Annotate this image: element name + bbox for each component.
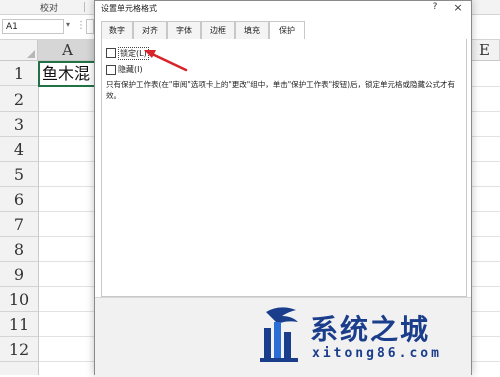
- formula-input[interactable]: [86, 19, 94, 34]
- row-header[interactable]: 12: [0, 337, 38, 362]
- ribbon-group-label: 校对: [40, 4, 59, 14]
- row-header[interactable]: 5: [0, 162, 38, 187]
- tab-border[interactable]: 边框: [201, 21, 235, 39]
- row-header[interactable]: 7: [0, 212, 38, 237]
- row-header[interactable]: 2: [0, 87, 38, 112]
- hidden-checkbox[interactable]: [106, 65, 116, 75]
- row-header[interactable]: 10: [0, 287, 38, 312]
- row-header[interactable]: 8: [0, 237, 38, 262]
- row-header-column: 1 2 3 4 5 6 7 8 9 10 11 12: [0, 61, 39, 375]
- protection-panel: 锁定(L) 隐藏(I) 只有保护工作表(在"审阅"选项卡上的"更改"组中，单击"…: [101, 39, 467, 297]
- site-watermark: 系统之城 xitong86.com: [258, 298, 500, 375]
- tab-strip: 数字 对齐 字体 边框 填充 保护: [101, 21, 467, 40]
- row-header[interactable]: 6: [0, 187, 38, 212]
- tab-font[interactable]: 字体: [167, 21, 201, 39]
- dialog-title: 设置单元格格式: [101, 4, 157, 13]
- help-button[interactable]: ?: [429, 2, 441, 12]
- watermark-url: xitong86.com: [312, 346, 442, 361]
- watermark-title: 系统之城: [310, 313, 431, 346]
- row-header[interactable]: 11: [0, 312, 38, 337]
- hidden-label[interactable]: 隐藏(I): [118, 64, 143, 75]
- close-button[interactable]: ×: [451, 1, 465, 14]
- city-logo-icon: [260, 307, 298, 362]
- cell-a1[interactable]: 鱼木混: [38, 61, 100, 87]
- tab-number[interactable]: 数字: [101, 21, 133, 39]
- red-arrow-annotation: [144, 50, 188, 72]
- tab-protection[interactable]: 保护: [269, 21, 305, 40]
- locked-checkbox[interactable]: [106, 48, 116, 58]
- tab-fill[interactable]: 填充: [235, 21, 269, 39]
- name-box[interactable]: A1: [2, 19, 64, 34]
- formula-separator: ⋮: [76, 20, 86, 31]
- column-header-e[interactable]: E: [470, 40, 500, 60]
- protection-note: 只有保护工作表(在"审阅"选项卡上的"更改"组中，单击"保护工作表"按钮)后，锁…: [106, 80, 456, 100]
- ribbon-divider: [84, 2, 91, 12]
- row-header[interactable]: 4: [0, 137, 38, 162]
- select-all-icon: [27, 50, 35, 58]
- select-all-corner[interactable]: [0, 40, 38, 60]
- name-box-dropdown-icon[interactable]: ▾: [66, 20, 70, 29]
- tab-alignment[interactable]: 对齐: [133, 21, 167, 39]
- row-header[interactable]: 1: [0, 61, 38, 86]
- row-header[interactable]: 9: [0, 262, 38, 287]
- column-header-a[interactable]: A: [38, 40, 98, 60]
- row-header[interactable]: 3: [0, 112, 38, 137]
